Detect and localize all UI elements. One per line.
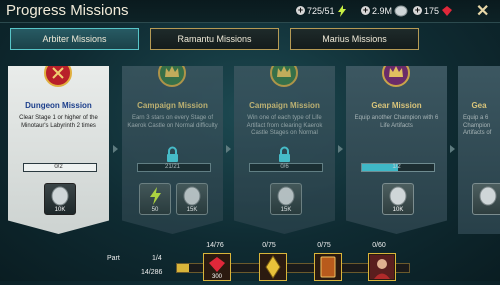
lock-icon: [279, 146, 290, 162]
part-progress-fill: [177, 264, 189, 272]
reward-value: 50: [151, 207, 159, 213]
reward-silver: 10K: [382, 183, 414, 215]
part-label: Part: [107, 255, 120, 262]
milestone-count: 0/75: [262, 242, 276, 249]
silver-coin-icon: [183, 186, 201, 206]
energy-icon: [337, 4, 346, 17]
shard-icon: [265, 255, 281, 279]
top-bar: Progress Missions + 725/51 + 2.9M + 175 …: [0, 0, 500, 23]
mission-card-campaign-1[interactable]: Campaign Mission Earn 3 stars on every S…: [122, 66, 223, 234]
tab-marius-missions[interactable]: Marius Missions: [290, 28, 419, 50]
silver-coin-icon: [51, 186, 69, 206]
part-value: 1/4: [152, 255, 162, 262]
add-gems-icon[interactable]: +: [413, 6, 422, 15]
chevron-right-icon: [113, 145, 118, 153]
milestone-reward-card[interactable]: [314, 253, 342, 281]
add-silver-icon[interactable]: +: [361, 6, 370, 15]
mission-progress-text: 21/21: [164, 164, 180, 170]
mission-card-gear[interactable]: Gear Mission Equip another Champion with…: [346, 66, 447, 234]
ruby-icon: [442, 5, 453, 16]
reward-silver: 10K: [44, 183, 76, 215]
chevron-right-icon: [338, 145, 343, 153]
milestone-count: 0/60: [372, 242, 386, 249]
energy-icon: [150, 187, 161, 205]
reward-value: 15K: [280, 207, 292, 213]
gems-counter[interactable]: + 175: [413, 3, 453, 18]
silver-coin-icon: [479, 186, 497, 206]
milestone-reward-ruby[interactable]: 300: [203, 253, 231, 281]
close-icon[interactable]: ✕: [476, 1, 489, 21]
mission-progress-text: 0/2: [54, 164, 63, 170]
milestone-count: 14/76: [206, 242, 224, 249]
energy-counter[interactable]: + 725/51: [296, 3, 347, 18]
reward-value: 10K: [392, 207, 404, 213]
champion-icon: [370, 255, 394, 279]
milestone-reward-shard[interactable]: [259, 253, 287, 281]
ruby-icon: [209, 257, 225, 272]
crown-emblem-icon: [382, 66, 410, 87]
mission-title: Gear Mission: [371, 101, 422, 110]
mission-card-campaign-2[interactable]: Campaign Mission Win one of each type of…: [234, 66, 335, 234]
chevron-right-icon: [450, 145, 455, 153]
crown-emblem-icon: [270, 66, 298, 87]
lock-icon: [167, 146, 178, 162]
mission-description: Win one of each type of Life Artifact fr…: [246, 115, 323, 136]
reward-silver: [472, 183, 500, 215]
reward-value: 10K: [54, 207, 66, 213]
reward-silver: 15K: [270, 183, 302, 215]
tab-ramantu-missions[interactable]: Ramantu Missions: [150, 28, 279, 50]
mission-description: Equip another Champion with 6 Life Artif…: [354, 115, 439, 129]
silver-coin-icon: [277, 186, 295, 206]
milestone-count: 0/75: [317, 242, 331, 249]
mission-title: Campaign Mission: [249, 101, 320, 110]
mission-description: Earn 3 stars on every Stage of Kaerok Ca…: [127, 115, 218, 129]
part-progress-section: [0, 238, 500, 281]
tab-arbiter-missions[interactable]: Arbiter Missions: [10, 28, 139, 50]
mission-card-dungeon[interactable]: Dungeon Mission Clear Stage 1 or higher …: [8, 66, 109, 234]
silver-value: 2.9M: [372, 5, 393, 16]
milestone-reward-champion[interactable]: [368, 253, 396, 281]
reward-value: 15K: [186, 207, 198, 213]
mission-title: Dungeon Mission: [25, 101, 92, 110]
mission-card-gear-2[interactable]: Gea Equip a 6 Champion Artifacts of: [458, 66, 500, 234]
crown-emblem-icon: [158, 66, 186, 87]
add-energy-icon[interactable]: +: [296, 6, 305, 15]
chevron-right-icon: [226, 145, 231, 153]
silver-coin-icon: [394, 5, 408, 16]
mission-progress-text: 1/2: [392, 164, 401, 170]
page-title: Progress Missions: [6, 2, 129, 19]
mission-description: Clear Stage 1 or higher of the Minotaur'…: [19, 115, 98, 129]
milestone-value: 300: [211, 274, 222, 280]
mission-title: Campaign Mission: [137, 101, 208, 110]
card-icon: [320, 256, 336, 278]
energy-value: 725/51: [307, 5, 335, 16]
silver-coin-icon: [389, 186, 407, 206]
silver-counter[interactable]: + 2.9M: [361, 3, 408, 18]
mission-progress-text: 0/6: [280, 164, 289, 170]
gems-value: 175: [424, 5, 440, 16]
mission-title: Gea: [471, 101, 487, 110]
total-progress-value: 14/286: [141, 269, 163, 276]
reward-energy: 50: [139, 183, 171, 215]
mission-description: Equip a 6 Champion Artifacts of: [463, 115, 492, 136]
reward-silver: 15K: [176, 183, 208, 215]
arbiter-emblem-icon: [44, 66, 72, 87]
